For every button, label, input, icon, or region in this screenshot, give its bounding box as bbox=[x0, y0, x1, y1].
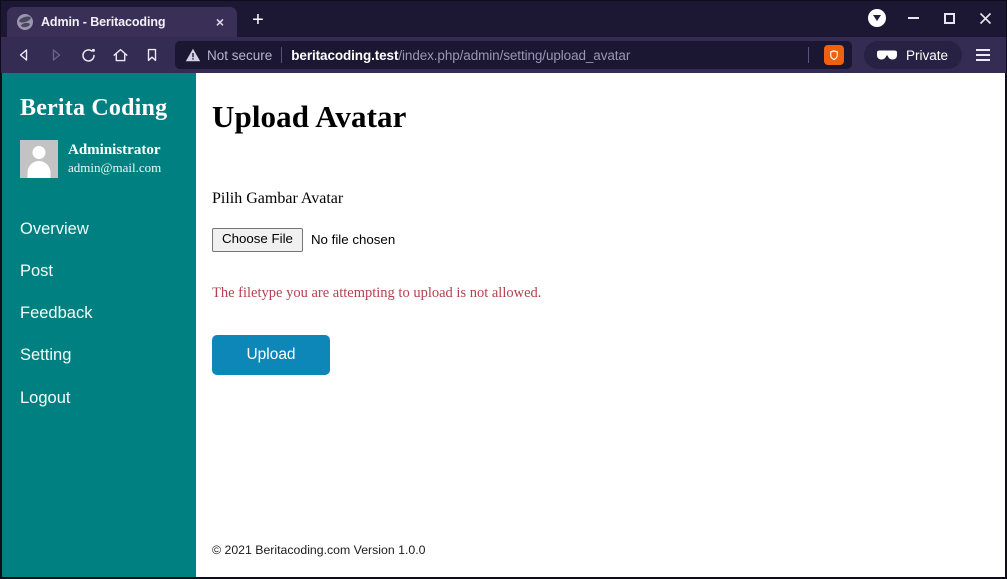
user-info-block: Administrator admin@mail.com bbox=[2, 122, 196, 178]
back-button[interactable] bbox=[9, 40, 39, 70]
sidebar-item-overview[interactable]: Overview bbox=[2, 208, 196, 250]
window-controls bbox=[860, 1, 1002, 35]
error-message: The filetype you are attempting to uploa… bbox=[212, 284, 542, 301]
chevron-down-icon bbox=[868, 9, 886, 27]
minimize-icon bbox=[907, 17, 919, 19]
back-arrow-icon bbox=[19, 49, 28, 61]
reload-button[interactable] bbox=[73, 40, 103, 70]
user-email: admin@mail.com bbox=[68, 159, 162, 175]
tab-strip: Admin - Beritacoding × + bbox=[1, 1, 1006, 37]
forward-button[interactable] bbox=[41, 40, 71, 70]
tab-title: Admin - Beritacoding bbox=[41, 15, 166, 29]
hamburger-icon-line-3 bbox=[976, 59, 990, 61]
address-bar[interactable]: Not secure beritacoding.test/index.php/a… bbox=[175, 41, 852, 69]
bookmark-icon bbox=[147, 48, 157, 62]
minimize-button[interactable] bbox=[896, 2, 930, 34]
private-mode-label: Private bbox=[905, 47, 948, 63]
url-text: beritacoding.test/index.php/admin/settin… bbox=[291, 48, 799, 63]
maximize-icon bbox=[943, 12, 955, 24]
forward-arrow-icon bbox=[52, 49, 61, 61]
home-button[interactable] bbox=[105, 40, 135, 70]
reload-icon bbox=[81, 48, 95, 62]
upload-button[interactable]: Upload bbox=[212, 334, 330, 375]
home-icon bbox=[113, 48, 127, 61]
avatar bbox=[20, 140, 58, 178]
sidebar-item-setting[interactable]: Setting bbox=[2, 334, 196, 376]
bookmark-button[interactable] bbox=[137, 40, 167, 70]
sidebar-nav: Overview Post Feedback Setting Logout bbox=[2, 208, 196, 419]
sidebar-item-logout[interactable]: Logout bbox=[2, 377, 196, 419]
file-status-text: No file chosen bbox=[310, 232, 396, 248]
close-icon[interactable]: × bbox=[211, 13, 229, 31]
hamburger-icon-line-2 bbox=[976, 54, 990, 56]
url-host: beritacoding.test bbox=[291, 47, 399, 63]
upload-avatar-form: Pilih Gambar Avatar Choose File No file … bbox=[212, 190, 1005, 375]
sidebar-item-post[interactable]: Post bbox=[2, 250, 196, 292]
warning-triangle-icon bbox=[185, 48, 201, 62]
brand-title: Berita Coding bbox=[20, 95, 168, 121]
url-path: /index.php/admin/setting/upload_avatar bbox=[398, 47, 631, 63]
tab-admin-beritacoding[interactable]: Admin - Beritacoding × bbox=[7, 7, 237, 37]
user-meta: Administrator admin@mail.com bbox=[68, 140, 161, 177]
file-field-label: Pilih Gambar Avatar bbox=[212, 190, 344, 207]
brave-shields-icon[interactable] bbox=[823, 45, 844, 65]
security-status-text: Not secure bbox=[207, 47, 273, 63]
close-icon bbox=[979, 12, 991, 24]
page-title: Upload Avatar bbox=[212, 99, 407, 134]
maximize-button[interactable] bbox=[932, 2, 966, 34]
sidebar-item-feedback[interactable]: Feedback bbox=[2, 292, 196, 334]
vertical-tabs-toggle-button[interactable] bbox=[860, 2, 894, 34]
hamburger-icon-line-1 bbox=[976, 49, 990, 51]
close-window-button[interactable] bbox=[968, 2, 1002, 34]
file-input[interactable]: Choose File No file chosen bbox=[212, 228, 1005, 252]
browser-window: Admin - Beritacoding × + Not secure beri… bbox=[0, 0, 1007, 579]
goggles-icon bbox=[876, 50, 897, 60]
page-viewport: Berita Coding Administrator admin@mail.c… bbox=[1, 73, 1006, 578]
browser-menu-button[interactable] bbox=[968, 40, 998, 70]
page-footer: © 2021 Beritacoding.com Version 1.0.0 bbox=[212, 543, 426, 557]
new-tab-button[interactable]: + bbox=[243, 7, 273, 37]
choose-file-button[interactable]: Choose File bbox=[212, 228, 303, 252]
globe-icon bbox=[17, 14, 33, 30]
user-name: Administrator bbox=[68, 142, 161, 158]
admin-sidebar: Berita Coding Administrator admin@mail.c… bbox=[2, 73, 196, 577]
omnibox-divider bbox=[281, 47, 283, 63]
main-content: Upload Avatar Pilih Gambar Avatar Choose… bbox=[196, 73, 1005, 577]
browser-toolbar: Not secure beritacoding.test/index.php/a… bbox=[1, 37, 1006, 73]
omnibox-divider-2 bbox=[807, 47, 809, 63]
private-mode-indicator[interactable]: Private bbox=[863, 41, 962, 69]
